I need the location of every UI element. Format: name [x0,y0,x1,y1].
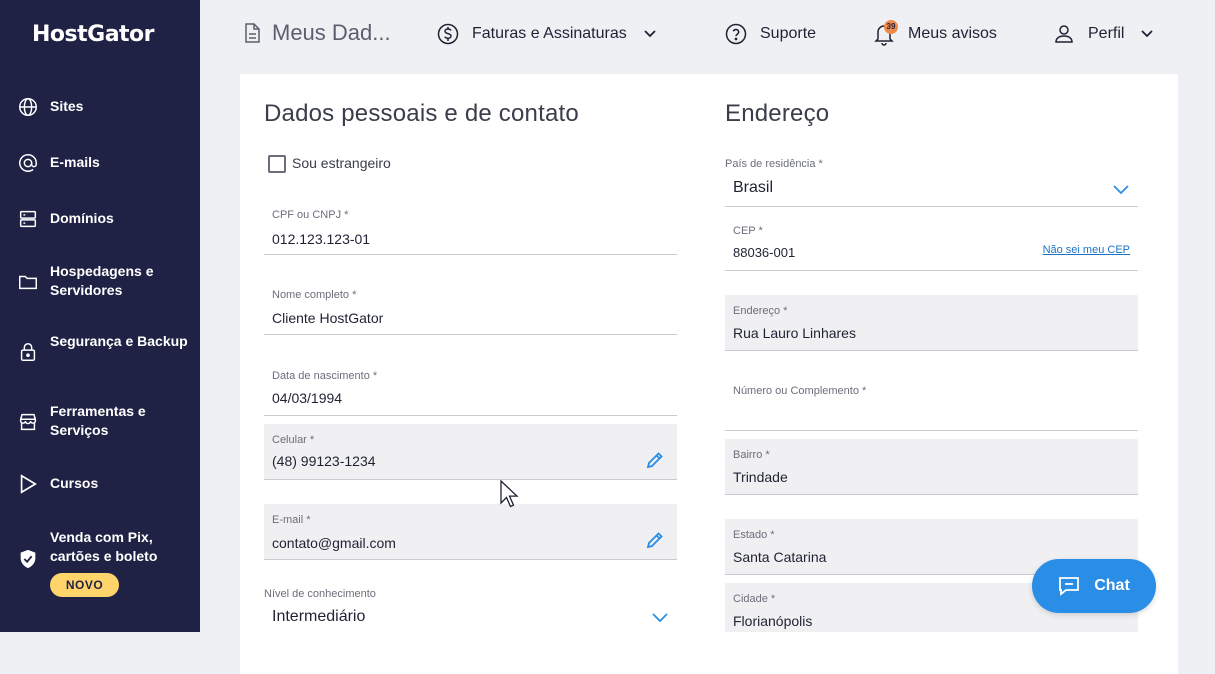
dont-know-cep-link[interactable]: Não sei meu CEP [1043,244,1130,256]
cep-value[interactable]: 88036-001 [733,245,1073,260]
help-circle-icon [725,23,747,45]
foreigner-checkbox[interactable] [268,155,286,173]
cep-field[interactable]: CEP * 88036-001 Não sei meu CEP [725,215,1138,271]
phone-label: Celular * [272,434,315,446]
street-value: Rua Lauro Linhares [733,325,856,341]
document-icon [245,23,260,43]
shield-check-icon [17,548,39,570]
sidebar-item-label: E-mails [50,154,100,170]
top-bar: Meus Dad... Faturas e Assinaturas Suport… [200,0,1215,70]
phone-field[interactable]: Celular * (48) 99123-1234 [264,424,677,480]
sidebar-item-label: Cursos [50,475,99,491]
cpf-field[interactable]: CPF ou CNPJ * 012.123.123-01 [264,199,677,255]
country-label: País de residência * [725,158,823,170]
sidebar-item-label: Domínios [50,210,114,226]
lock-icon [17,341,39,363]
knowledge-level-select[interactable]: Intermediário [264,600,677,632]
email-label: E-mail * [272,514,311,526]
personal-section-title: Dados pessoais e de contato [264,100,579,127]
hostgator-logo[interactable]: HostGator [32,22,155,47]
sidebar-item-label: Segurança e Backup [50,333,188,349]
knowledge-level-label: Nível de conhecimento [264,588,376,600]
new-badge: NOVO [50,573,119,597]
name-field[interactable]: Nome completo * Cliente HostGator [264,279,677,335]
number-label: Número ou Complemento * [733,385,867,397]
name-label: Nome completo * [272,289,357,301]
state-value: Santa Catarina [733,549,827,565]
street-label: Endereço * [733,305,788,317]
street-field[interactable]: Endereço * Rua Lauro Linhares [725,295,1138,351]
page-title: Meus Dad... [272,20,391,45]
foreigner-label: Sou estrangeiro [292,155,391,171]
chat-button[interactable]: Chat [1032,559,1156,613]
profile-label: Perfil [1088,25,1125,42]
notifications-label: Meus avisos [908,25,997,42]
sidebar-item-label: Hospedagens e Servidores [50,263,154,298]
chevron-down-icon [644,30,656,38]
sidebar-item-seguranca[interactable]: Segurança e Backup [0,332,200,372]
globe-icon [17,96,39,118]
chat-label: Chat [1094,577,1130,594]
chat-bubble-icon [1059,577,1080,596]
cpf-value[interactable]: 012.123.123-01 [272,231,612,247]
state-label: Estado * [733,529,775,541]
support-label: Suporte [760,25,817,42]
sidebar-item-emails[interactable]: E-mails [0,152,200,174]
sidebar-item-cursos[interactable]: Cursos [0,472,200,496]
cpf-label: CPF ou CNPJ * [272,209,349,221]
phone-value: (48) 99123-1234 [272,453,376,469]
play-icon [17,473,39,495]
edit-pencil-icon[interactable] [645,450,665,470]
store-icon [17,411,39,433]
edit-pencil-icon[interactable] [645,530,665,550]
city-label: Cidade * [733,593,776,605]
at-icon [17,152,39,174]
birth-date-label: Data de nascimento * [272,370,378,382]
user-icon [1055,25,1073,43]
sidebar-item-dominios[interactable]: Domínios [0,208,200,230]
invoices-label: Faturas e Assinaturas [472,25,627,42]
server-icon [17,208,39,230]
breadcrumb-page-title[interactable]: Meus Dad... [242,19,391,47]
birth-date-field[interactable]: Data de nascimento * 04/03/1994 [264,360,677,416]
sidebar-item-ferramentas[interactable]: Ferramentas e Serviços [0,402,200,442]
birth-date-value[interactable]: 04/03/1994 [272,390,612,406]
district-value: Trindade [733,469,788,485]
district-field[interactable]: Bairro * Trindade [725,439,1138,495]
notification-count-badge: 39 [884,20,898,34]
sidebar-item-label: Venda com Pix, cartões e boleto [50,529,158,564]
mouse-cursor-icon [500,480,519,508]
sidebar-item-label: Ferramentas e Serviços [50,403,146,438]
country-value: Brasil [733,179,774,196]
city-value: Florianópolis [733,613,813,629]
dollar-circle-icon [437,23,459,45]
notifications-link[interactable]: 39 Meus avisos [873,20,997,48]
email-field[interactable]: E-mail * contato@gmail.com [264,504,677,560]
chevron-down-icon [1113,185,1129,195]
number-field[interactable]: Número ou Complemento * [725,375,1138,431]
email-value: contato@gmail.com [272,535,396,551]
country-select[interactable]: País de residência * Brasil [725,152,1138,207]
chevron-down-icon [652,613,668,623]
invoices-menu[interactable]: Faturas e Assinaturas [436,20,657,48]
name-value[interactable]: Cliente HostGator [272,310,612,326]
sidebar-item-label: Sites [50,98,84,114]
chevron-down-icon [1141,30,1154,38]
address-section-title: Endereço [725,100,830,127]
folder-icon [17,271,39,293]
sidebar-item-sites[interactable]: Sites [0,96,200,118]
sidebar-item-venda-pix[interactable]: Venda com Pix, cartões e boleto [0,528,200,570]
profile-menu[interactable]: Perfil [1053,20,1154,48]
knowledge-level-value: Intermediário [272,608,366,625]
bell-icon: 39 [873,20,898,46]
cep-label: CEP * [733,225,763,237]
support-link[interactable]: Suporte [724,20,816,48]
district-label: Bairro * [733,449,770,461]
sidebar: HostGator Sites E-mails Domínios Hospeda… [0,0,200,632]
sidebar-item-hospedagens[interactable]: Hospedagens e Servidores [0,262,200,302]
